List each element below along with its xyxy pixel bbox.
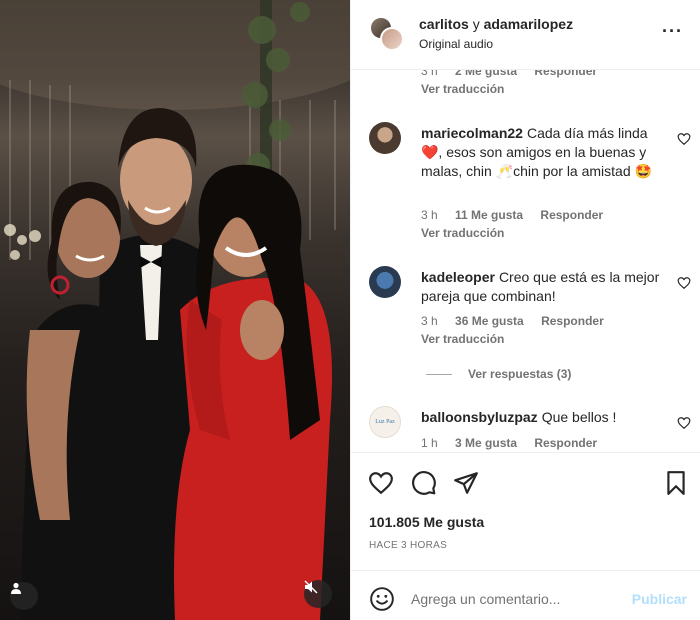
author-connector: y <box>472 16 480 32</box>
post-side-panel: carlitos y adamarilopez Original audio ·… <box>350 0 700 620</box>
emoji-icon[interactable] <box>369 586 395 612</box>
replies-divider <box>426 373 452 375</box>
post-time: HACE 3 HORAS <box>369 540 448 551</box>
reply-button[interactable]: Responder <box>541 314 604 328</box>
author-link[interactable]: adamarilopez <box>484 16 573 32</box>
comment-likes[interactable]: 11 Me gusta <box>455 208 523 222</box>
author-link[interactable]: carlitos <box>419 16 469 32</box>
comment-meta: 3 h 2 Me gusta Responder <box>421 70 611 78</box>
comment-time: 3 h <box>421 208 438 222</box>
comment-username[interactable]: kadeleoper <box>421 269 495 285</box>
avatar-logo-text: Luz Paz <box>375 419 395 425</box>
view-replies-button[interactable]: Ver respuestas (3) <box>426 367 571 381</box>
collab-avatars[interactable] <box>369 16 405 52</box>
comment-text: kadeleoper Creo que está es la mejor pare… <box>421 268 661 306</box>
comments-list: 3 h 2 Me gusta Responder Ver traducción … <box>351 70 700 452</box>
comment-time: 1 h <box>421 436 438 450</box>
user-icon <box>11 582 21 594</box>
like-heart-icon[interactable] <box>368 470 394 496</box>
comment-input[interactable]: Agrega un comentario... <box>411 591 560 607</box>
more-options-icon[interactable]: ··· <box>662 22 683 40</box>
post-actions: 101.805 Me gusta HACE 3 HORAS <box>351 452 700 570</box>
add-comment-bar: Agrega un comentario... Publicar <box>351 570 700 620</box>
avatar[interactable]: Luz Paz <box>369 406 401 438</box>
avatar <box>380 27 404 51</box>
comment-likes[interactable]: 3 Me gusta <box>455 436 517 450</box>
comment-time: 3 h <box>421 314 438 328</box>
reply-button[interactable]: Responder <box>534 70 597 78</box>
comment-text: balloonsbyluzpaz Que bellos ! <box>421 408 661 427</box>
tagged-users-button[interactable] <box>10 582 38 610</box>
heart-icon[interactable] <box>677 416 691 430</box>
audio-link[interactable]: Original audio <box>419 37 493 51</box>
comment-body: Que bellos ! <box>541 409 617 425</box>
mute-button[interactable] <box>304 580 332 608</box>
post-photo[interactable] <box>0 0 350 620</box>
avatar[interactable] <box>369 266 401 298</box>
comment-likes[interactable]: 2 Me gusta <box>455 70 517 78</box>
comment-text: mariecolman22 Cada día más linda ❤️, esos… <box>421 124 661 181</box>
reply-button[interactable]: Responder <box>534 436 597 450</box>
post-comment-button[interactable]: Publicar <box>632 591 687 607</box>
comment-username[interactable]: balloonsbyluzpaz <box>421 409 538 425</box>
heart-icon[interactable] <box>677 132 691 146</box>
translate-link[interactable]: Ver traducción <box>421 82 504 96</box>
translate-link[interactable]: Ver traducción <box>421 332 504 346</box>
comment-meta: 3 h 36 Me gusta Responder <box>421 314 618 328</box>
post-authors: carlitos y adamarilopez <box>419 16 573 32</box>
reply-button[interactable]: Responder <box>540 208 603 222</box>
bookmark-icon[interactable] <box>663 470 689 496</box>
comment-icon[interactable] <box>411 470 437 496</box>
photo-illustration <box>0 0 350 620</box>
speaker-muted-icon <box>304 580 318 594</box>
comment-likes[interactable]: 36 Me gusta <box>455 314 524 328</box>
post-header: carlitos y adamarilopez Original audio ·… <box>351 0 700 70</box>
avatar[interactable] <box>369 122 401 154</box>
heart-icon[interactable] <box>677 276 691 290</box>
share-icon[interactable] <box>453 470 479 496</box>
view-replies-label: Ver respuestas (3) <box>468 367 572 381</box>
comment-time: 3 h <box>421 70 438 78</box>
like-count[interactable]: 101.805 Me gusta <box>369 514 484 530</box>
comment-meta: 3 h 11 Me gusta Responder <box>421 208 617 222</box>
translate-link[interactable]: Ver traducción <box>421 226 504 240</box>
comment-meta: 1 h 3 Me gusta Responder <box>421 436 611 450</box>
comment-username[interactable]: mariecolman22 <box>421 125 523 141</box>
